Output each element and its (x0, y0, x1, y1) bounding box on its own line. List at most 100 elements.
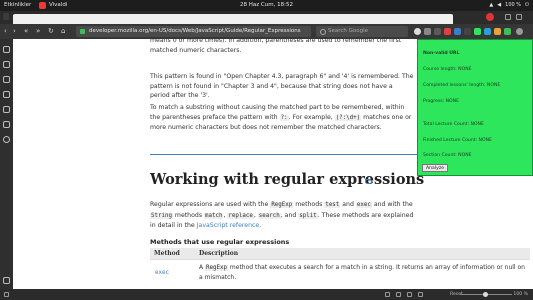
fast-forward-icon[interactable]: » (36, 27, 40, 36)
maximize-icon[interactable] (516, 14, 522, 20)
table-header-row: Method Description (150, 248, 530, 260)
text: . For example, (288, 113, 333, 121)
forward-icon[interactable]: › (13, 27, 16, 36)
inline-code: ?: (279, 114, 289, 121)
extension-icon[interactable] (474, 28, 481, 35)
paragraph-2: To match a substring without causing the… (150, 103, 414, 133)
clock-icon[interactable] (418, 292, 423, 297)
finished-lecture-count-label: Finished Lecture Count: NONE (423, 138, 492, 143)
regexp-link[interactable]: RegExp (270, 201, 294, 208)
inline-code[interactable]: replace (227, 212, 254, 219)
minimize-icon[interactable] (505, 14, 511, 20)
progress-label: Progress: NONE (423, 99, 460, 104)
os-top-bar: Etkinlikler Vivaldi 28 Haz Cum, 18:52 ▲ … (0, 0, 533, 11)
course-length-label: Course length: NONE (423, 67, 472, 72)
bookmarks-icon[interactable] (3, 46, 10, 53)
network-icon: ▲ (489, 2, 494, 8)
column-header-method: Method (150, 248, 195, 260)
vivaldi-menu-button[interactable] (3, 13, 9, 20)
inline-code[interactable]: split (298, 212, 318, 219)
inline-code[interactable]: search (257, 212, 281, 219)
text: and with the (373, 201, 413, 208)
description-cell: A RegExp method that executes a search f… (195, 259, 530, 285)
profile-icon[interactable] (414, 28, 421, 35)
text: methods (295, 201, 323, 208)
extension-icon[interactable] (504, 28, 511, 35)
inline-code[interactable]: exec (355, 202, 372, 208)
inline-code[interactable]: match (204, 212, 224, 219)
text: Regular expressions are used with the (150, 201, 269, 208)
completed-length-label: Completed lessons' length: NONE (423, 83, 501, 88)
panel-title: Non-valid URL (423, 51, 460, 56)
text: methods (174, 211, 203, 219)
downloads-icon[interactable] (3, 61, 10, 68)
extension-icon[interactable] (516, 28, 523, 35)
link-icon[interactable] (365, 179, 372, 184)
power-icon: ⏻ (525, 2, 529, 8)
window-icon[interactable] (3, 106, 10, 113)
column-header-description: Description (195, 248, 530, 260)
system-tray[interactable]: ▲ ◀ 100 % ⏻ (489, 0, 529, 11)
home-icon[interactable]: ⌂ (61, 27, 65, 36)
address-field[interactable]: developer.mozilla.org/en-US/docs/Web/Jav… (76, 26, 311, 37)
analyze-button[interactable]: Analyze (422, 164, 449, 172)
tab-strip (0, 11, 533, 24)
method-cell[interactable]: exec (150, 259, 195, 285)
inline-code[interactable]: String (150, 212, 173, 219)
settings-icon[interactable] (3, 277, 10, 284)
status-bar: Reset 100 % (0, 289, 533, 300)
inline-code: RegExp (270, 202, 294, 208)
text: and (342, 201, 354, 208)
text: , and (280, 211, 297, 219)
reload-icon[interactable]: ↻ (48, 27, 54, 36)
back-icon[interactable]: ‹ (4, 27, 7, 36)
zoom-slider-handle[interactable] (483, 292, 488, 297)
reading-icon[interactable] (3, 121, 10, 128)
browser-sidebar (0, 39, 13, 289)
extension-icon[interactable] (434, 28, 441, 35)
text: A (199, 264, 204, 271)
lock-icon (80, 29, 85, 34)
clock[interactable]: 28 Haz Cum, 18:52 (0, 0, 533, 11)
paragraph-3: Regular expressions are used with the Re… (150, 201, 414, 229)
total-lecture-count-label: Total Lecture Count: NONE (423, 122, 484, 127)
history-icon[interactable] (3, 91, 10, 98)
extension-icon[interactable] (464, 28, 471, 35)
rewind-icon[interactable]: « (24, 27, 28, 36)
text: method that executes a search for a matc… (199, 264, 525, 281)
image-icon[interactable] (396, 292, 401, 297)
extension-icon[interactable] (484, 28, 491, 35)
subsection-heading: Methods that use regular expressions (150, 238, 290, 246)
zoom-value: 100 % (513, 292, 528, 297)
section-count-label: Section Count: NONE (423, 153, 472, 158)
inline-code: (?:\d+) (334, 114, 362, 121)
page-actions-icon[interactable] (407, 292, 412, 297)
course-analyzer-panel: Non-valid URL Course length: NONE Comple… (417, 39, 533, 176)
paragraph-1: This pattern is found in "Open Chapter 4… (150, 73, 414, 99)
methods-table: Method Description exec A RegExp method … (150, 248, 530, 285)
extension-icon[interactable] (444, 28, 451, 35)
navigation-bar: ‹ › « » ↻ ⌂ developer.mozilla.org/en-US/… (0, 24, 533, 39)
extension-icon[interactable] (454, 28, 461, 35)
add-panel-icon[interactable] (3, 136, 10, 143)
table-row: exec A RegExp method that executes a sea… (150, 259, 530, 285)
paragraph-0: means 0 or more times). In addition, par… (150, 39, 402, 54)
url-text: developer.mozilla.org/en-US/docs/Web/Jav… (89, 28, 301, 34)
search-input[interactable]: Search Google (316, 26, 408, 37)
inline-code[interactable]: test (324, 202, 341, 208)
tiling-icon[interactable] (385, 292, 390, 297)
volume-icon: ◀ (497, 2, 502, 8)
notes-icon[interactable] (3, 76, 10, 83)
section-heading: Working with regular expressions (150, 171, 425, 188)
extension-icon[interactable] (424, 28, 431, 35)
battery-value: 100 % (505, 2, 522, 8)
panel-toggle-icon[interactable] (4, 292, 9, 297)
inline-code: RegExp (205, 265, 228, 271)
javascript-reference-link[interactable]: JavaScript reference (197, 222, 260, 229)
desktop: Etkinlikler Vivaldi 28 Haz Cum, 18:52 ▲ … (0, 0, 533, 300)
section-divider (150, 154, 418, 155)
active-tab[interactable] (13, 14, 453, 24)
extension-icon[interactable] (494, 28, 501, 35)
close-window-button[interactable] (486, 13, 494, 21)
method-name[interactable]: exec (154, 270, 170, 276)
